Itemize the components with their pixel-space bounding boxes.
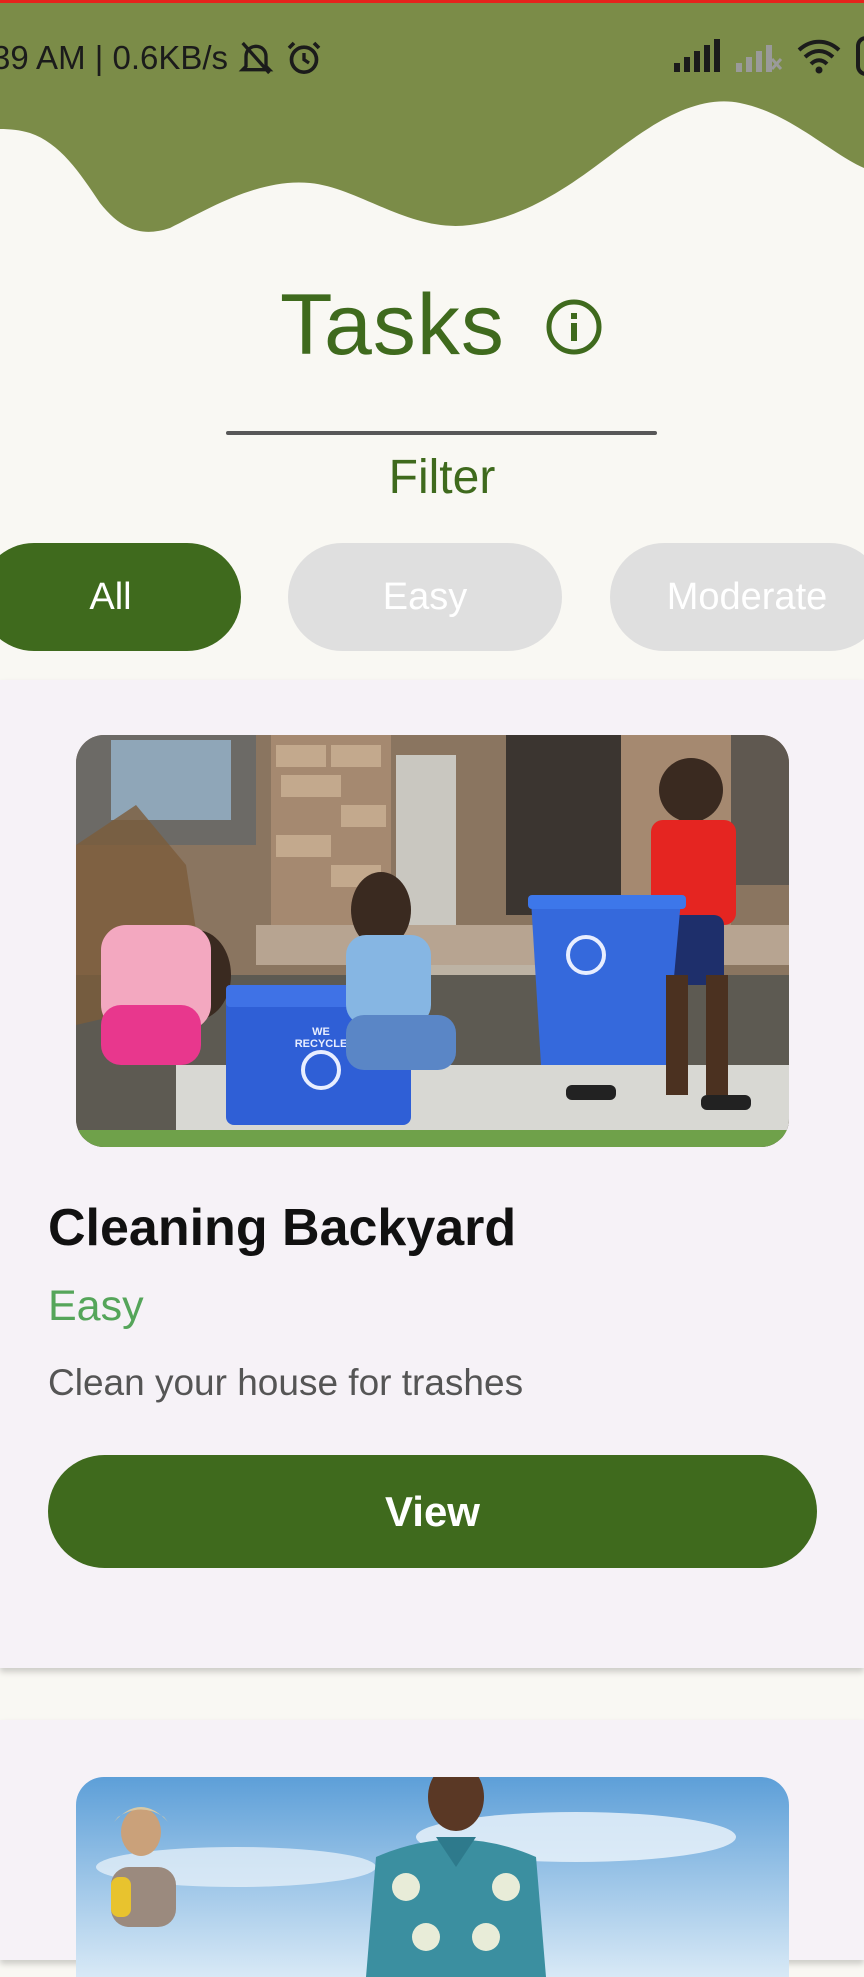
task-description: Clean your house for trashes [48,1362,524,1403]
filter-label: Filter [388,451,496,504]
task-title: Cleaning Backyard [48,1199,517,1257]
alarm-icon [287,41,321,74]
task-card: WE RECYCLE Cleaning Backyard Easy Clean … [0,680,864,1668]
view-button[interactable]: View [48,1455,817,1568]
task-card [0,1720,864,1977]
filter-chip-all[interactable]: All [0,543,241,651]
filter-chip-moderate[interactable]: Moderate [610,543,864,651]
wifi-icon [797,39,841,74]
task-difficulty: Easy [48,1282,144,1330]
recycle-bin-label-line1: WE [312,1026,330,1038]
signal-icon [674,39,720,72]
signal-no-service-icon [736,45,782,72]
mute-bell-icon [238,41,274,75]
divider [226,431,657,435]
status-time: 39 AM | 0.6KB/s [0,39,229,76]
task-image: WE RECYCLE [76,735,789,1147]
title-row: Tasks [0,270,864,380]
battery-icon [856,36,864,76]
recycle-bin-label-line2: RECYCLE [295,1038,348,1050]
status-bar: 39 AM | 0.6KB/s [0,30,864,86]
filter-chip-easy[interactable]: Easy [288,543,562,651]
info-circle-icon[interactable] [544,297,604,357]
task-image [76,1777,789,1977]
page-title: Tasks [280,277,505,373]
